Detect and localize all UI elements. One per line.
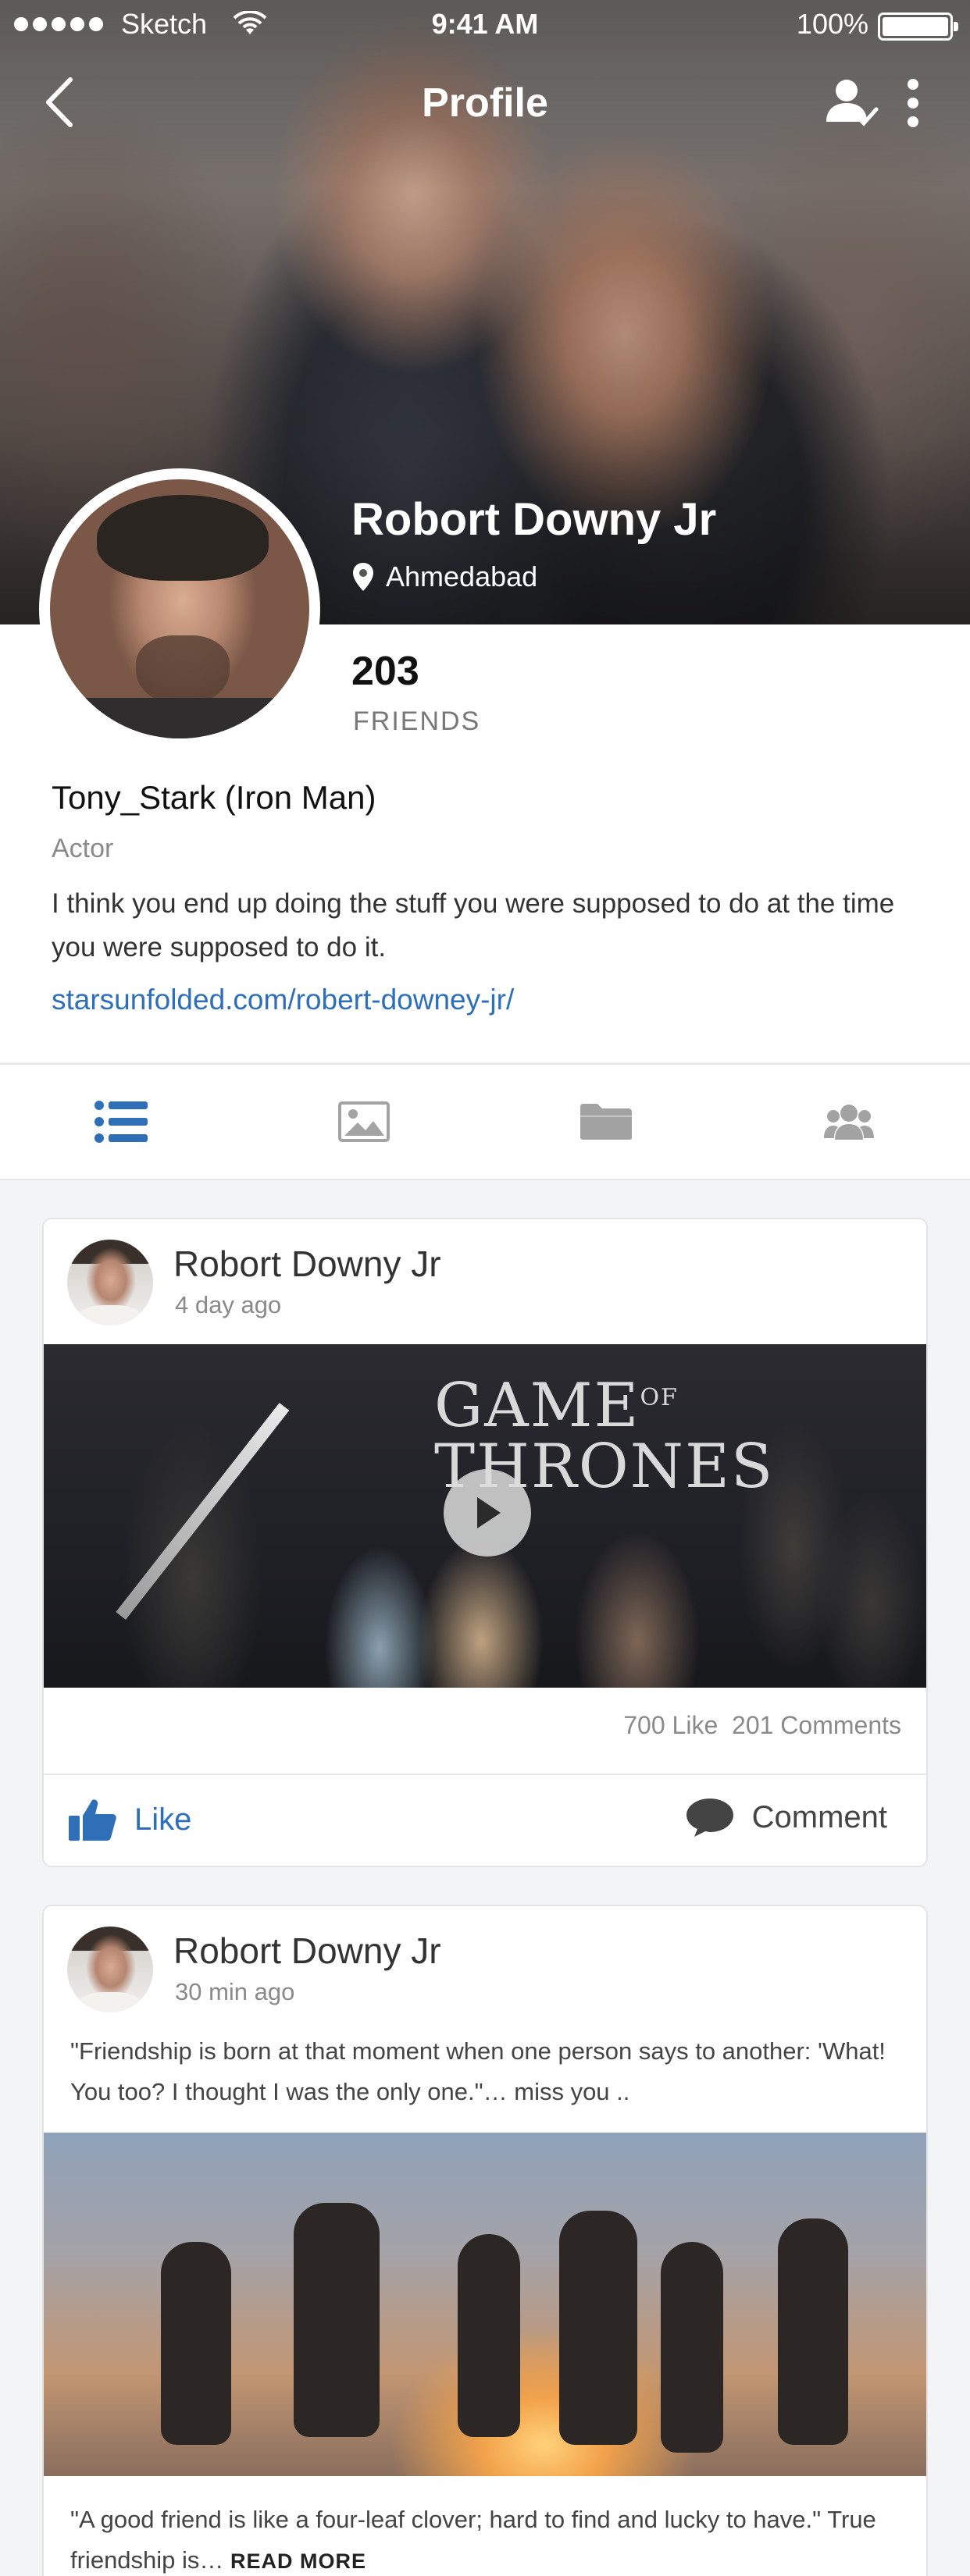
friend-status-button[interactable]	[823, 75, 886, 137]
comment-icon	[686, 1799, 733, 1837]
thumbnail-title-of: OF	[640, 1384, 679, 1411]
friends-count[interactable]: 203	[351, 648, 419, 695]
comment-count[interactable]: 201 Comments	[732, 1711, 901, 1739]
post-text: "Friendship is born at that moment when …	[70, 2037, 886, 2105]
profile-role: Actor	[52, 834, 114, 863]
location-pin-icon	[353, 563, 373, 591]
more-vertical-icon	[908, 79, 918, 127]
profile-website-link[interactable]: starsunfolded.com/robert-downey-jr/	[52, 984, 514, 1016]
profile-location: Ahmedabad	[351, 560, 537, 593]
profile-tabs	[0, 1063, 970, 1180]
video-thumbnail-sword	[116, 1403, 290, 1620]
profile-username: Tony_Stark (Iron Man)	[52, 779, 376, 816]
tab-friends[interactable]	[728, 1065, 970, 1179]
image-figure	[458, 2234, 520, 2437]
play-button[interactable]	[444, 1469, 531, 1557]
group-icon	[823, 1105, 874, 1140]
image-figure	[294, 2203, 380, 2437]
image-figure	[559, 2211, 637, 2445]
post-author-avatar[interactable]	[67, 1240, 153, 1325]
chevron-left-icon	[46, 77, 73, 127]
thumbnail-title-line1: GAME	[434, 1371, 640, 1441]
more-options-button[interactable]	[901, 75, 933, 137]
image-figure	[661, 2242, 723, 2453]
thumbs-up-icon	[69, 1799, 116, 1841]
battery-icon	[878, 12, 958, 41]
location-text: Ahmedabad	[386, 560, 538, 592]
post-card: Robort Downy Jr 4 day ago GAMEOF THRONES…	[42, 1218, 928, 1867]
friends-label[interactable]: FRIENDS	[353, 706, 480, 737]
profile-avatar[interactable]	[39, 468, 320, 749]
tab-timeline[interactable]	[0, 1065, 243, 1179]
comment-label: Comment	[751, 1799, 887, 1834]
post-author-name[interactable]: Robort Downy Jr	[173, 1243, 441, 1285]
post-author-name[interactable]: Robort Downy Jr	[173, 1930, 441, 1972]
post-actions: Like Comment	[44, 1774, 926, 1866]
profile-name: Robort Downy Jr	[351, 494, 717, 545]
avatar-image	[50, 479, 309, 738]
comment-button[interactable]: Comment	[685, 1797, 887, 1838]
post-header: Robort Downy Jr 30 min ago	[44, 1906, 926, 2031]
image-figure	[778, 2218, 848, 2445]
post-header: Robort Downy Jr 4 day ago	[44, 1219, 926, 1344]
like-label: Like	[134, 1802, 192, 1837]
read-more-link[interactable]: READ MORE	[230, 2549, 366, 2573]
post-caption: "A good friend is like a four-leaf clove…	[70, 2500, 906, 2576]
profile-bio: I think you end up doing the stuff you w…	[52, 888, 895, 962]
post-image[interactable]	[44, 2133, 926, 2476]
caption-text: "A good friend is like a four-leaf clove…	[70, 2506, 876, 2574]
user-check-icon	[826, 80, 879, 126]
post-stats: 700 Like 201 Comments	[623, 1711, 901, 1740]
like-button[interactable]: Like	[67, 1797, 191, 1842]
folder-icon	[580, 1104, 633, 1140]
like-count[interactable]: 700 Like	[623, 1711, 718, 1739]
post-timestamp: 4 day ago	[175, 1291, 282, 1318]
nav-bar: Profile	[0, 67, 970, 137]
post-card: Robort Downy Jr 30 min ago "Friendship i…	[42, 1905, 928, 2576]
post-video[interactable]: GAMEOF THRONES	[44, 1344, 926, 1688]
battery-percent: 100%	[796, 8, 868, 40]
post-author-avatar[interactable]	[67, 1927, 153, 2012]
tab-files[interactable]	[485, 1065, 728, 1179]
back-button[interactable]	[41, 75, 87, 137]
image-figure	[161, 2242, 231, 2445]
tab-photos[interactable]	[243, 1065, 486, 1179]
status-bar: Sketch 9:41 AM 100%	[0, 0, 970, 52]
play-icon	[477, 1497, 501, 1528]
image-icon	[337, 1101, 390, 1142]
post-timestamp: 30 min ago	[175, 1978, 295, 2005]
list-icon	[95, 1101, 148, 1143]
